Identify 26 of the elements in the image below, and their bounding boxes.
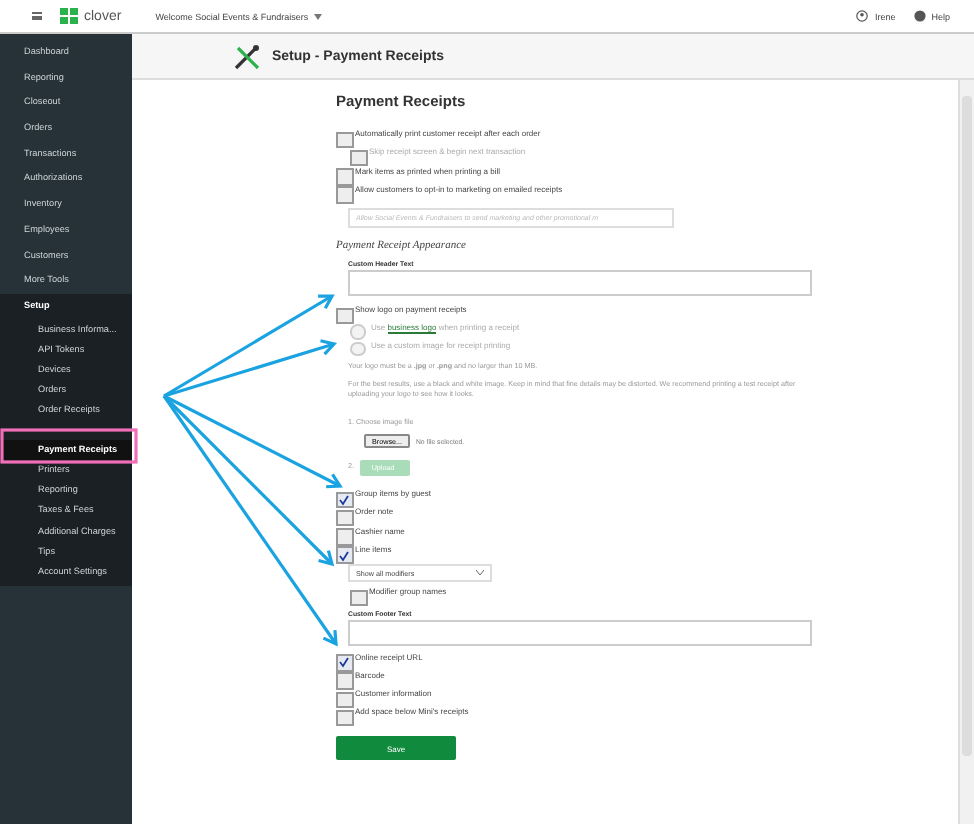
checkbox[interactable] <box>350 589 367 607</box>
menu-icon[interactable] <box>32 11 42 21</box>
checkbox[interactable] <box>336 509 353 527</box>
scrollbar[interactable] <box>958 80 974 824</box>
checkbox[interactable] <box>336 307 353 325</box>
clover-logo-icon <box>60 8 78 24</box>
checkbox[interactable] <box>336 528 353 546</box>
checkbox[interactable] <box>336 186 353 204</box>
header-text-field[interactable] <box>348 270 812 297</box>
footer-text-field[interactable] <box>348 619 812 646</box>
checkbox[interactable] <box>336 672 353 690</box>
checkbox[interactable] <box>336 491 353 509</box>
checkbox[interactable] <box>336 168 353 186</box>
checkbox[interactable] <box>336 654 353 672</box>
radio-button[interactable] <box>350 324 365 340</box>
checkbox[interactable] <box>336 131 353 148</box>
user-icon <box>856 10 869 22</box>
caret-icon <box>314 13 323 19</box>
checkbox[interactable] <box>336 546 353 564</box>
help-icon <box>913 10 926 22</box>
highlight-frame <box>0 428 138 464</box>
chevron-icon <box>476 570 484 577</box>
radio-button[interactable] <box>350 341 365 357</box>
checkbox[interactable] <box>336 691 353 709</box>
checkbox[interactable] <box>336 709 353 727</box>
tools-icon <box>234 43 260 69</box>
